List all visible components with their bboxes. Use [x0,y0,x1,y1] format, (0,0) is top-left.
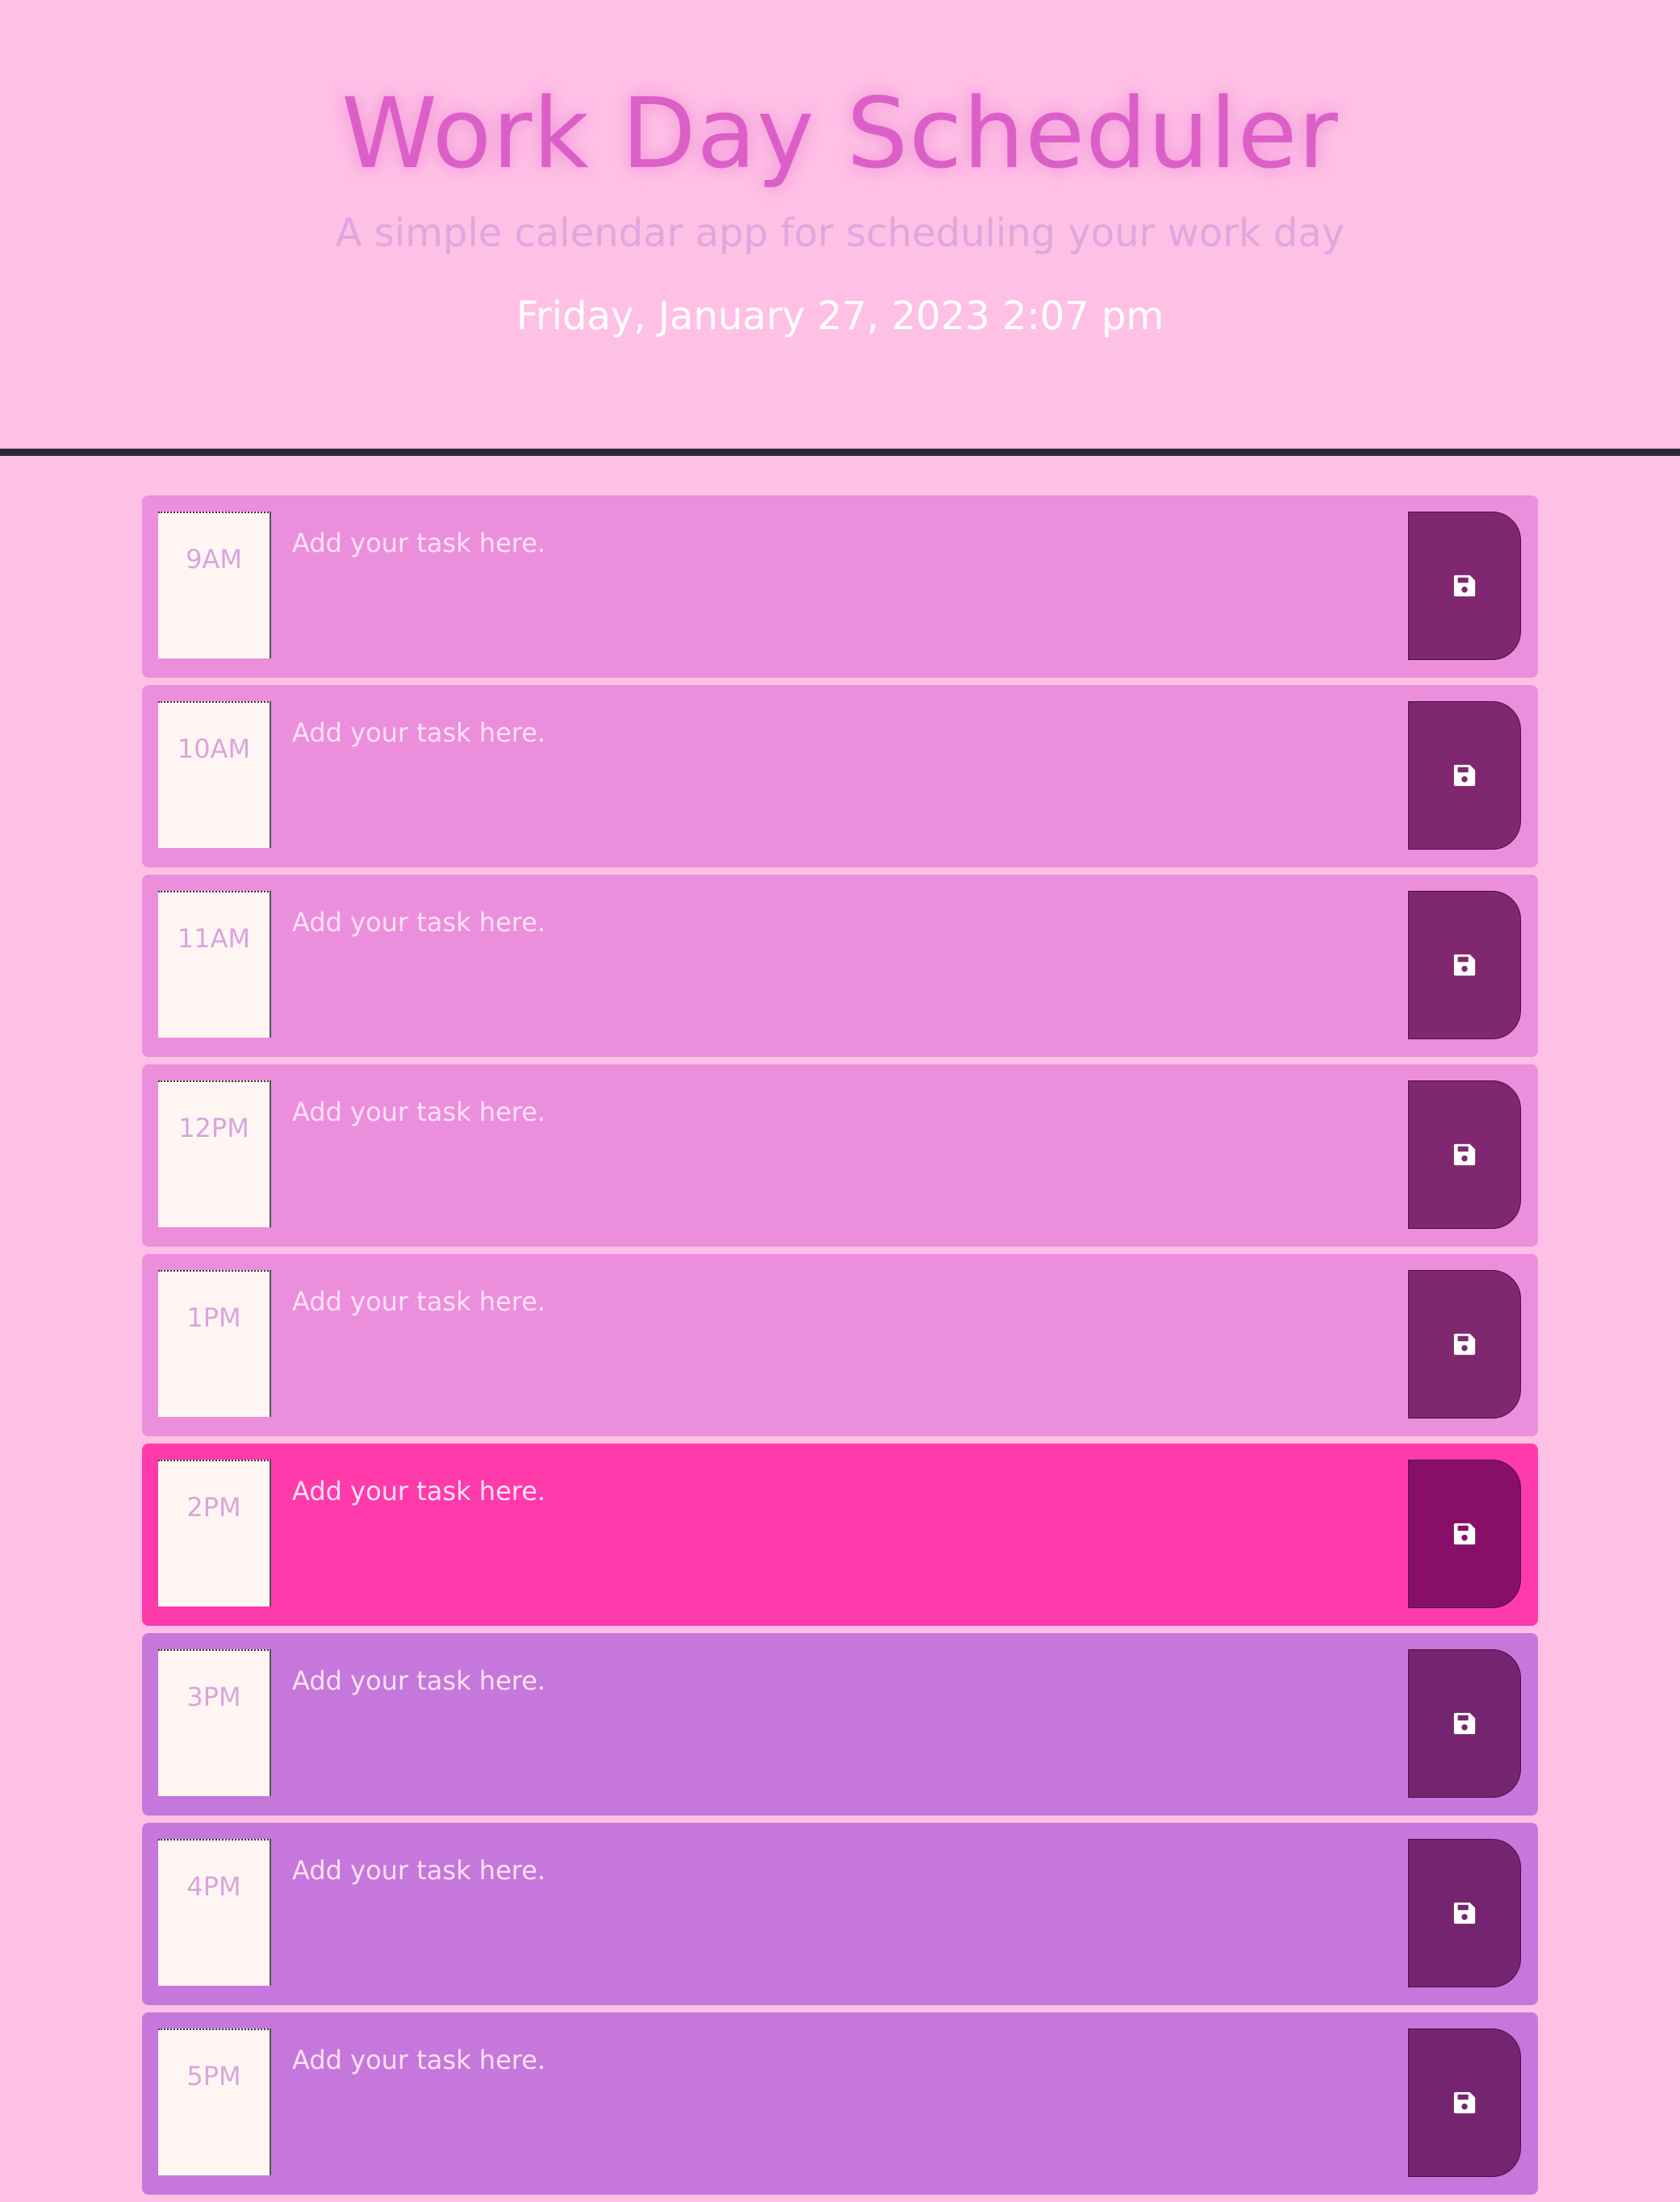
hour-label: 4PM [158,1839,271,1986]
current-datetime: Friday, January 27, 2023 2:07 pm [516,294,1164,339]
time-block-list: 9AM 10AM 11AM [142,495,1538,2202]
save-button[interactable] [1408,701,1521,850]
task-input[interactable] [292,512,1502,658]
floppy-disk-icon [1453,1333,1476,1356]
save-button[interactable] [1408,1649,1521,1798]
floppy-disk-icon [1453,1712,1476,1735]
task-input[interactable] [292,891,1502,1038]
hour-label: 1PM [158,1270,271,1417]
hour-label: 12PM [158,1080,271,1227]
task-input[interactable] [292,2029,1502,2175]
floppy-disk-icon [1453,764,1476,787]
floppy-disk-icon [1453,2091,1476,2114]
save-button[interactable] [1408,1270,1521,1419]
floppy-disk-icon [1453,575,1476,597]
task-input[interactable] [292,1080,1502,1227]
hour-label: 2PM [158,1460,271,1607]
save-button[interactable] [1408,1460,1521,1608]
hour-label: 11AM [158,891,271,1038]
hour-label: 10AM [158,701,271,848]
time-block: 4PM [142,1823,1538,2005]
save-button[interactable] [1408,2029,1521,2177]
floppy-disk-icon [1453,1143,1476,1166]
save-button[interactable] [1408,1839,1521,1987]
floppy-disk-icon [1453,1523,1476,1545]
time-block: 9AM [142,495,1538,678]
task-input[interactable] [292,1649,1502,1796]
save-button[interactable] [1408,891,1521,1039]
header-divider [0,449,1680,456]
page-subtitle: A simple calendar app for scheduling you… [335,211,1345,256]
hour-label: 3PM [158,1649,271,1796]
floppy-disk-icon [1453,1902,1476,1924]
task-input[interactable] [292,1270,1502,1417]
time-block: 1PM [142,1254,1538,1436]
task-input[interactable] [292,1460,1502,1607]
time-block: 11AM [142,875,1538,1057]
time-block: 3PM [142,1633,1538,1816]
floppy-disk-icon [1453,954,1476,976]
time-block-current: 2PM [142,1444,1538,1626]
hour-label: 9AM [158,512,271,658]
page-title: Work Day Scheduler [341,78,1339,190]
time-block: 10AM [142,685,1538,867]
hour-label: 5PM [158,2029,271,2175]
save-button[interactable] [1408,512,1521,660]
task-input[interactable] [292,1839,1502,1986]
save-button[interactable] [1408,1080,1521,1229]
task-input[interactable] [292,701,1502,848]
page-header: Work Day Scheduler A simple calendar app… [0,0,1680,449]
time-block: 5PM [142,2012,1538,2195]
time-block: 12PM [142,1064,1538,1247]
